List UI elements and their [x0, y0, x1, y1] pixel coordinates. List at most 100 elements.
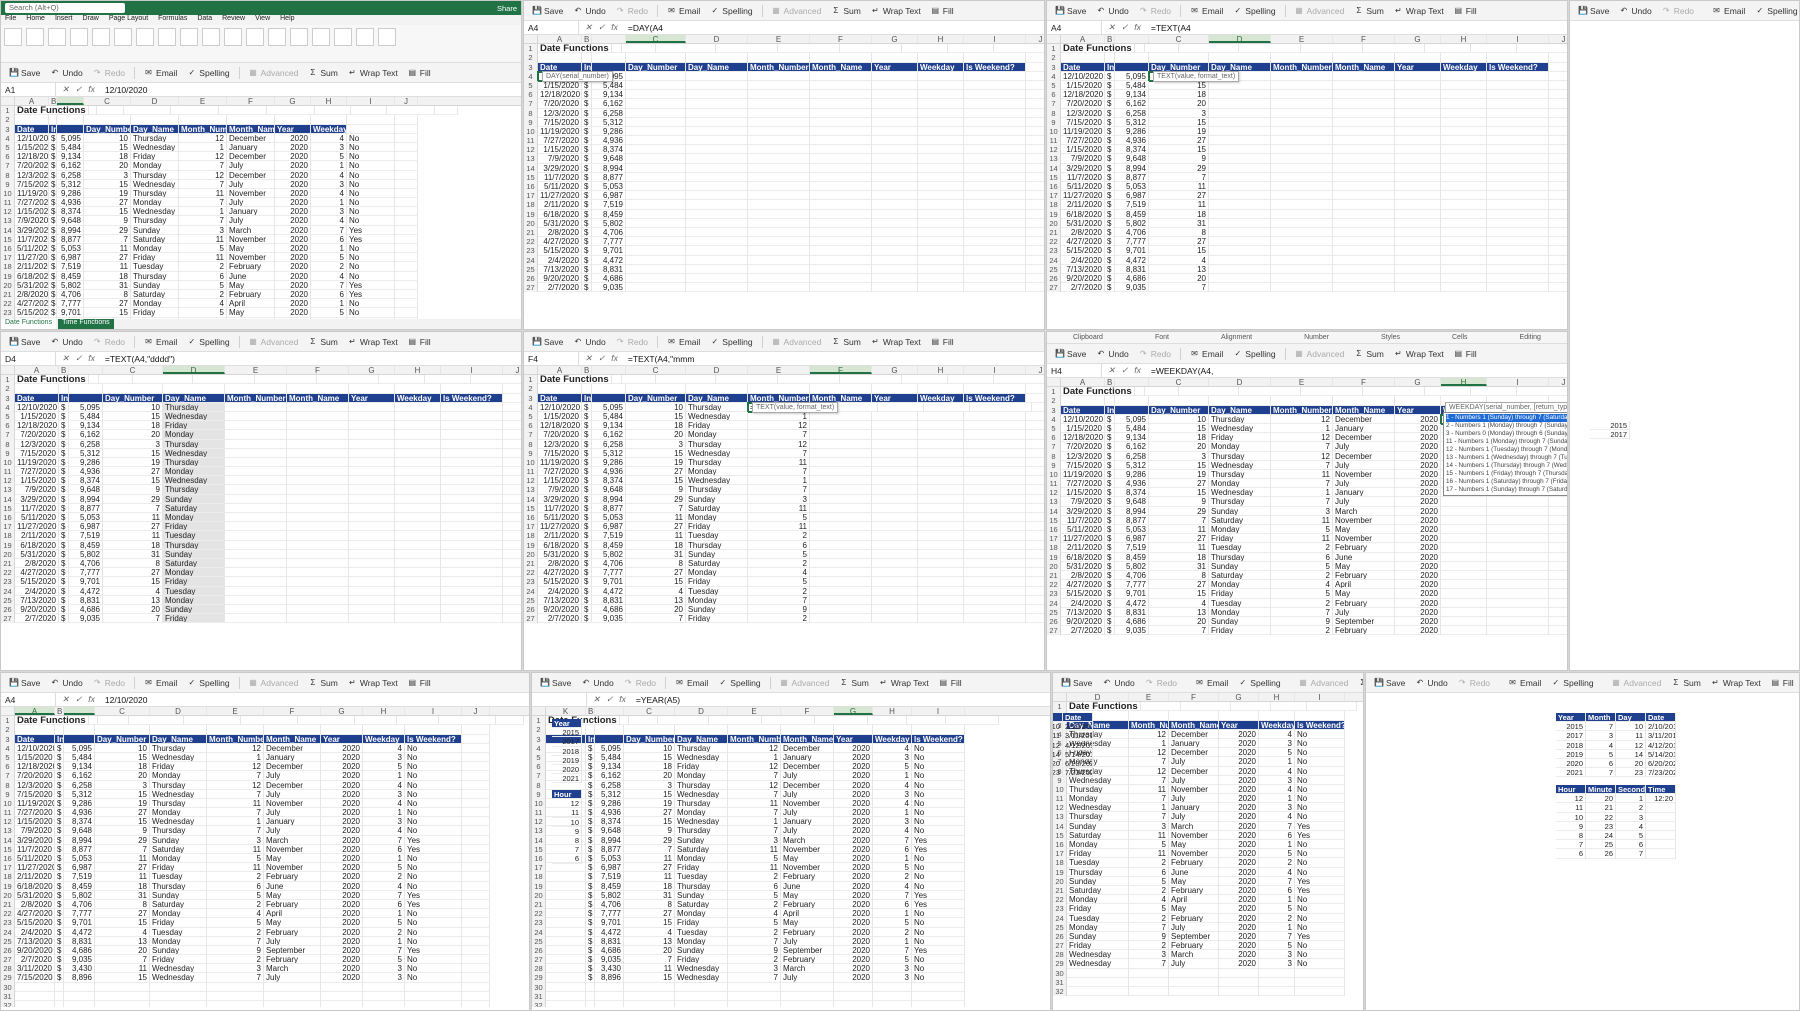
cell[interactable]	[918, 485, 964, 495]
cell[interactable]: 5/15/2020	[15, 577, 59, 587]
fill-button[interactable]: ▤ Fill	[1767, 677, 1798, 689]
cell[interactable]	[748, 53, 810, 63]
cell[interactable]: 11	[1271, 515, 1333, 525]
cell[interactable]: 1	[179, 207, 227, 217]
cell[interactable]: 2020	[1395, 497, 1441, 507]
column-header[interactable]: F	[810, 35, 872, 44]
cell[interactable]: 11	[748, 457, 810, 468]
cell[interactable]: No	[405, 964, 462, 974]
cell[interactable]: 5	[873, 762, 912, 772]
cell[interactable]: $	[1105, 273, 1115, 284]
cell[interactable]	[1441, 227, 1487, 238]
cell[interactable]	[1549, 191, 1567, 201]
cell[interactable]	[810, 494, 872, 504]
column-header[interactable]: C	[626, 366, 686, 375]
row-header[interactable]: 19	[1047, 552, 1061, 562]
column-header[interactable]: H	[1259, 693, 1295, 702]
cell[interactable]	[395, 161, 418, 171]
cell[interactable]	[1209, 200, 1271, 210]
cell[interactable]: $	[1105, 525, 1115, 535]
cell[interactable]: 18	[1149, 552, 1209, 562]
row-header[interactable]: 18	[1, 262, 15, 272]
cell[interactable]: Sunday	[675, 890, 728, 900]
cell[interactable]: $	[1105, 423, 1115, 434]
cell[interactable]	[624, 982, 675, 992]
cell[interactable]	[349, 467, 395, 477]
cell[interactable]: 12	[748, 439, 810, 449]
row-header[interactable]: 27	[1047, 626, 1061, 636]
cell[interactable]	[964, 540, 1026, 550]
cell[interactable]: 6/18/2020	[15, 271, 49, 281]
cell[interactable]	[287, 467, 349, 477]
column-header[interactable]: H	[918, 366, 964, 375]
cell[interactable]: 5/11/2020	[538, 182, 582, 192]
cell[interactable]: 9	[95, 826, 150, 836]
cell[interactable]	[1209, 99, 1271, 109]
wrap-button[interactable]: ↵ Wrap Text	[875, 677, 933, 689]
cell[interactable]: 2020	[321, 890, 363, 900]
cell[interactable]: 2/4/2020	[1061, 598, 1105, 608]
table-cell[interactable]: 9	[552, 826, 582, 836]
cell[interactable]	[626, 246, 686, 256]
cell[interactable]: July	[264, 826, 321, 836]
cell[interactable]: 6,987	[592, 191, 626, 201]
cell[interactable]: $	[582, 568, 592, 578]
cell[interactable]	[964, 503, 1026, 513]
cell[interactable]: $	[1105, 460, 1115, 470]
cell[interactable]: 2020	[275, 179, 311, 189]
cell[interactable]: No	[1295, 729, 1345, 739]
cell[interactable]: Wednesday	[1209, 460, 1271, 470]
cell[interactable]	[918, 209, 964, 219]
cell[interactable]	[748, 191, 810, 201]
cell[interactable]: 4/27/2020	[15, 568, 59, 578]
cell[interactable]	[686, 255, 748, 265]
cell[interactable]: December	[1333, 433, 1395, 443]
cell[interactable]: Invoice Total	[586, 734, 595, 744]
cell[interactable]: 3	[1129, 821, 1169, 831]
email-button[interactable]: ✉ Email	[140, 677, 181, 689]
cell[interactable]: 12/18/2020	[538, 421, 582, 431]
cell[interactable]	[918, 476, 964, 486]
cell[interactable]: 15	[95, 817, 150, 827]
cell[interactable]: 27	[1149, 237, 1209, 247]
cell[interactable]	[441, 494, 503, 504]
cell[interactable]: 5,053	[595, 854, 624, 864]
cell[interactable]: 9,701	[57, 308, 84, 318]
table-cell[interactable]: 12	[1556, 794, 1586, 804]
cell[interactable]	[1105, 396, 1115, 406]
cell[interactable]	[872, 384, 918, 394]
cell[interactable]: 7	[626, 614, 686, 624]
cell[interactable]: 11/7/2020	[15, 844, 55, 854]
cell[interactable]: No	[405, 973, 462, 983]
cell[interactable]	[1441, 209, 1487, 219]
cell[interactable]	[918, 283, 964, 293]
column-header[interactable]: E	[207, 707, 264, 716]
cell[interactable]: 1	[311, 161, 347, 171]
column-header[interactable]: E	[1129, 693, 1169, 702]
cell[interactable]: 4	[748, 568, 810, 578]
cell[interactable]: 7	[1149, 515, 1209, 525]
cell[interactable]: Monday	[1067, 794, 1129, 804]
cell[interactable]: No	[347, 207, 395, 217]
cell[interactable]: 7	[1129, 922, 1169, 932]
cell[interactable]	[1026, 164, 1044, 173]
cell[interactable]: May	[1169, 876, 1219, 886]
cell[interactable]: 4,686	[64, 945, 95, 956]
cell[interactable]	[1129, 711, 1169, 721]
cell[interactable]: 2020	[1219, 775, 1259, 785]
cell[interactable]: Wednesday	[131, 207, 179, 217]
cell[interactable]	[626, 126, 686, 137]
cell[interactable]: 6	[873, 899, 912, 910]
fill-button[interactable]: ▤ Fill	[1450, 348, 1481, 360]
cell[interactable]: 2020	[321, 789, 363, 799]
cell[interactable]	[834, 991, 873, 1001]
cell[interactable]	[1395, 53, 1441, 63]
cell[interactable]	[872, 568, 918, 578]
cell[interactable]	[1333, 145, 1395, 155]
cell[interactable]: 27	[1149, 136, 1209, 146]
cell[interactable]: July	[227, 161, 275, 171]
cell[interactable]: Friday	[675, 863, 728, 873]
cell[interactable]: 6,162	[1115, 442, 1149, 452]
email-button[interactable]: ✉ Email	[663, 5, 704, 17]
column-header[interactable]: E	[225, 366, 287, 375]
